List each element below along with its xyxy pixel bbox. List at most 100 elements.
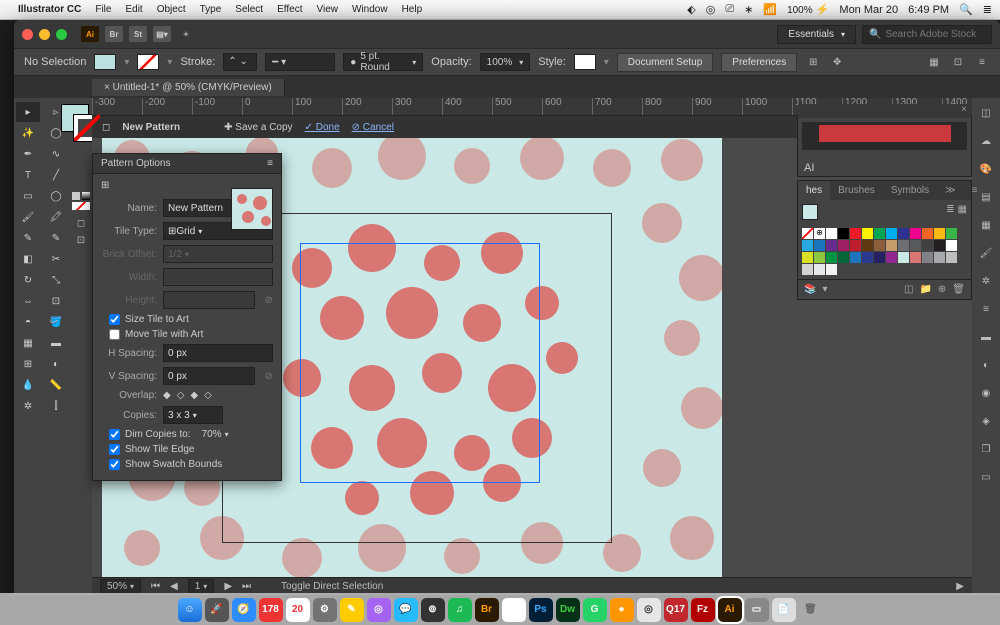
swatch-expand-icon[interactable]: ≫ [937, 181, 963, 200]
show-tile-edge-checkbox[interactable] [109, 444, 120, 455]
cancel-button[interactable]: ⊘ Cancel [352, 122, 394, 133]
new-color-group-icon[interactable]: 📁 [919, 284, 931, 295]
rectangle-tool[interactable]: ▭ [16, 186, 40, 206]
gpu-button[interactable]: ✦ [177, 26, 195, 42]
minimize-window-button[interactable] [39, 29, 50, 40]
pattern-tile-tool-icon[interactable]: ⊞ [101, 180, 109, 191]
dock-app3[interactable]: G [583, 598, 607, 622]
blend-tool[interactable]: ◐ [44, 354, 68, 374]
brushes-tab[interactable]: Brushes [830, 181, 883, 200]
overlap-right-icon[interactable]: ◇ [177, 390, 185, 401]
new-swatch-icon[interactable]: ⊕ [938, 284, 946, 295]
eraser-tool[interactable]: ◧ [16, 249, 40, 269]
overlap-top-icon[interactable]: ◆ [190, 390, 198, 401]
cc-icon[interactable]: ◎ [706, 3, 716, 16]
swatch-color[interactable] [934, 240, 945, 251]
swatch-menu-icon[interactable]: ≡ [964, 181, 986, 200]
dim-value-select[interactable]: 70% [202, 429, 248, 440]
dock-messages[interactable]: 💬 [394, 598, 418, 622]
nav-first-icon[interactable]: ⏮ [151, 581, 160, 592]
brushes-panel-icon[interactable]: 🖌 [977, 244, 995, 262]
vsp-drop[interactable]: ━ ▾ [265, 53, 335, 71]
wifi-icon[interactable]: 📶 [763, 3, 777, 16]
shape-builder-tool[interactable]: ◓ [16, 312, 40, 332]
dock-spotify[interactable]: ♫ [448, 598, 472, 622]
dock-finder[interactable]: ☺ [178, 598, 202, 622]
link-wh-icon[interactable]: ⊘ [265, 295, 273, 306]
symbols-panel-icon[interactable]: ✲ [977, 272, 995, 290]
date-status[interactable]: Mon Mar 20 [839, 4, 898, 16]
done-button[interactable]: ✓ Done [305, 122, 340, 133]
zoom-level[interactable]: 50% [100, 579, 141, 594]
dropbox-icon[interactable]: ⬖ [687, 3, 695, 16]
stroke-color[interactable] [73, 114, 101, 142]
current-fill-swatch[interactable] [802, 204, 818, 220]
dim-copies-checkbox[interactable] [109, 429, 120, 440]
live-paint-tool[interactable]: 🪣 [44, 312, 68, 332]
panel-menu-icon[interactable]: ≡ [974, 54, 990, 70]
document-tab[interactable]: × Untitled-1* @ 50% (CMYK/Preview) [92, 79, 285, 96]
swatch-color[interactable] [814, 252, 825, 263]
swatch-options-icon[interactable]: ◫ [904, 284, 913, 295]
swatch-registration[interactable]: ⊕ [814, 228, 825, 239]
overlap-bottom-icon[interactable]: ◇ [204, 390, 212, 401]
libraries-icon[interactable]: ☁ [977, 132, 995, 150]
swatch-color[interactable] [814, 240, 825, 251]
menu-view[interactable]: View [316, 4, 338, 15]
swatch-color[interactable] [874, 252, 885, 263]
preferences-button[interactable]: Preferences [721, 53, 797, 72]
dock-dreamweaver[interactable]: Dw [556, 598, 580, 622]
perspective-tool[interactable]: ▦ [16, 333, 40, 353]
zoom-window-button[interactable] [56, 29, 67, 40]
snap-icon[interactable]: ▦ [926, 54, 942, 70]
align-icon[interactable]: ⊞ [805, 54, 821, 70]
symbols-tab[interactable]: Symbols [883, 181, 937, 200]
shaper-tool[interactable]: ✎ [44, 228, 68, 248]
size-tile-checkbox[interactable] [109, 314, 120, 325]
stroke-weight-input[interactable]: ⌃ ⌄ [223, 53, 257, 71]
delete-swatch-icon[interactable]: 🗑 [952, 284, 965, 295]
none-mode[interactable] [72, 202, 90, 210]
close-window-button[interactable] [22, 29, 33, 40]
properties-icon[interactable]: ◫ [977, 104, 995, 122]
artboard-nav[interactable]: 1 [188, 579, 215, 594]
swatch-color[interactable] [862, 228, 873, 239]
dock-calendar-178[interactable]: 178 [259, 598, 283, 622]
swatch-color[interactable] [886, 252, 897, 263]
swatch-libraries-icon[interactable]: 📚 [804, 284, 816, 295]
nav-next-icon[interactable]: ▶ [224, 581, 232, 592]
line-tool[interactable]: ╱ [44, 165, 68, 185]
draw-mode[interactable]: ◻ [77, 218, 85, 229]
menu-edit[interactable]: Edit [125, 4, 142, 15]
swatch-none[interactable] [802, 228, 813, 239]
swatch-color[interactable] [946, 228, 957, 239]
swatch-color[interactable] [886, 228, 897, 239]
swatch-color[interactable] [862, 240, 873, 251]
copies-select[interactable]: 3 x 3 [163, 406, 223, 424]
fill-swatch[interactable] [94, 54, 116, 70]
brush-selector[interactable]: ● 5 pt. Round [343, 53, 423, 71]
dock-chrome[interactable]: ◉ [502, 598, 526, 622]
arrange-button[interactable]: ▤▾ [153, 26, 171, 42]
dock-safari[interactable]: 🧭 [232, 598, 256, 622]
swatch-color[interactable] [922, 252, 933, 263]
swatch-color[interactable] [898, 228, 909, 239]
color-panel-icon[interactable]: 🎨 [977, 160, 995, 178]
scroll-right-icon[interactable]: ▶ [956, 581, 964, 592]
nav-close-icon[interactable]: × [961, 104, 967, 118]
swatch-color[interactable] [826, 252, 837, 263]
swatch-color[interactable] [814, 264, 825, 275]
menu-window[interactable]: Window [352, 4, 388, 15]
gradient-tool[interactable]: ▬ [44, 333, 68, 353]
swatch-color[interactable] [886, 240, 897, 251]
dock-quicken[interactable]: Q17 [664, 598, 688, 622]
swatch-color[interactable] [946, 252, 957, 263]
menu-file[interactable]: File [95, 4, 111, 15]
swatch-color[interactable] [910, 240, 921, 251]
h-spacing-input[interactable]: 0 px [163, 344, 273, 362]
magic-wand-tool[interactable]: ✨ [16, 123, 40, 143]
pattern-breadcrumb-icon[interactable]: ◻ [102, 122, 110, 133]
color-mode[interactable] [72, 192, 80, 200]
overlap-left-icon[interactable]: ◆ [163, 390, 171, 401]
dock-trash[interactable]: 🗑 [799, 598, 823, 622]
